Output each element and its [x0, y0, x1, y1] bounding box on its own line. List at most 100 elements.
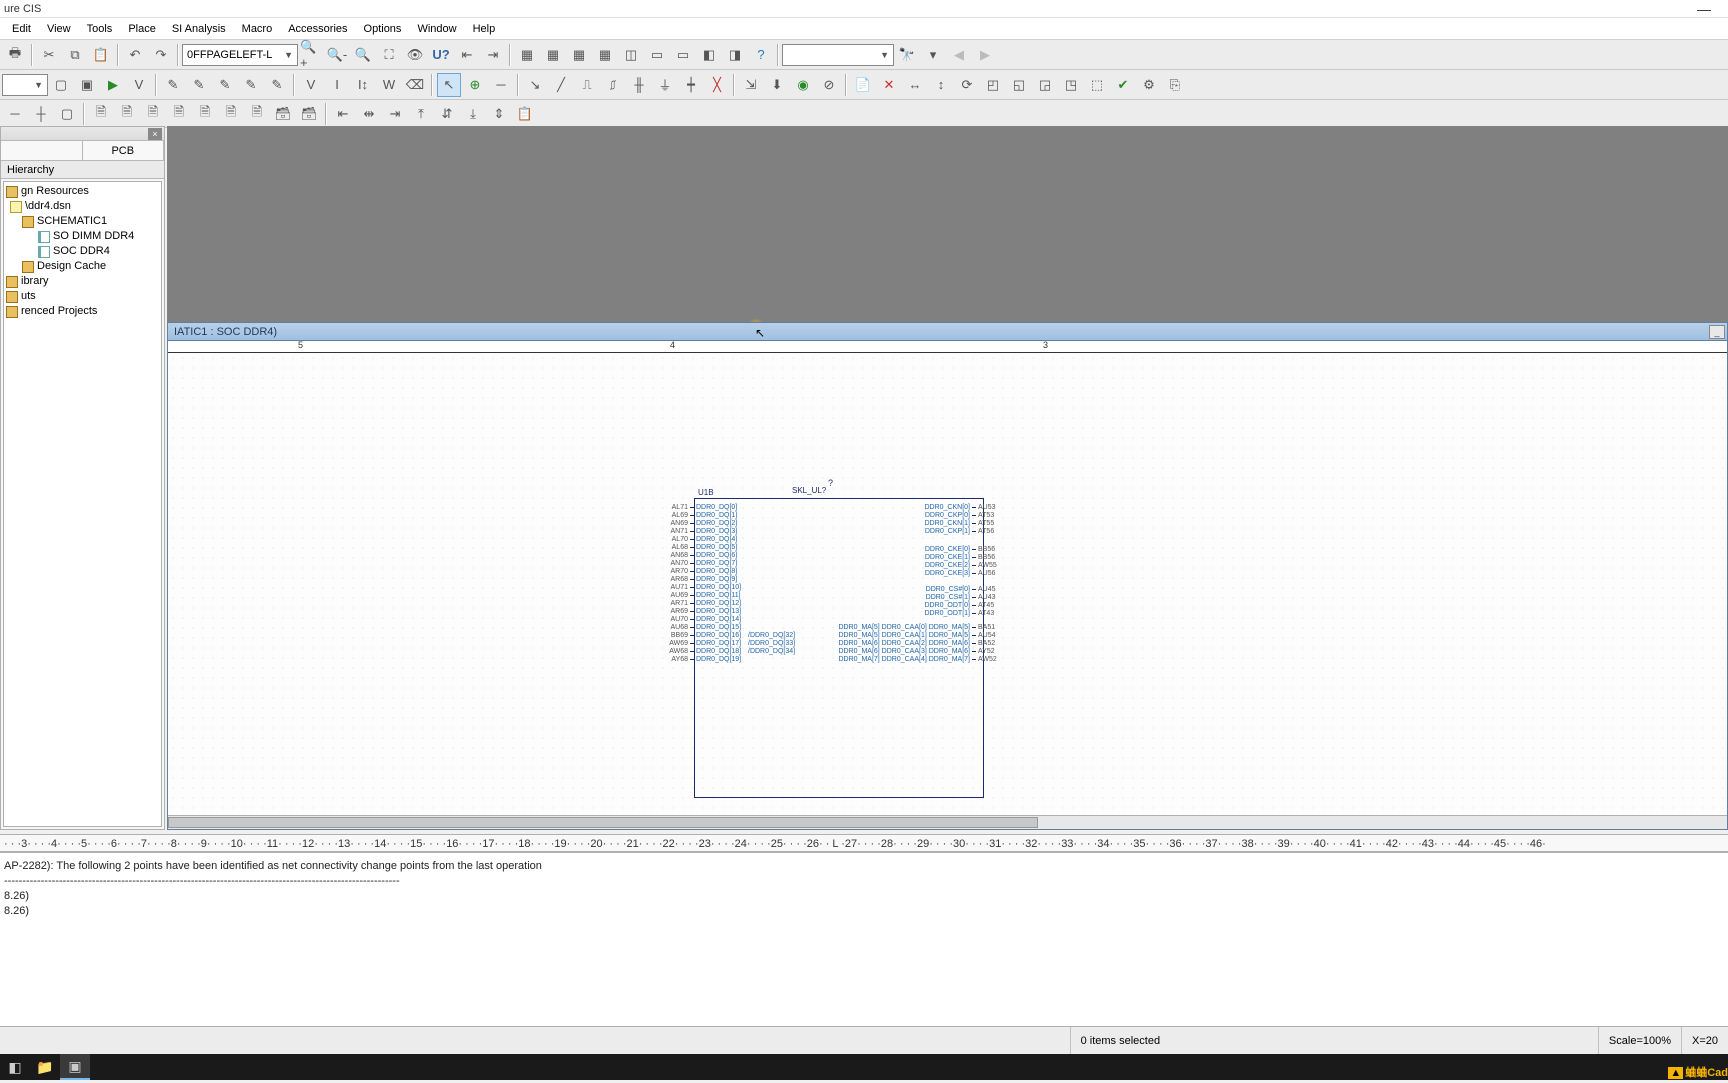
- probe-c-icon[interactable]: ✎: [213, 73, 237, 97]
- offpage-icon[interactable]: ⬇: [765, 73, 789, 97]
- bus-entry-icon[interactable]: ╫: [627, 73, 651, 97]
- paste-icon[interactable]: 📋: [89, 43, 113, 67]
- bus-icon[interactable]: ⎍: [575, 73, 599, 97]
- delete-icon[interactable]: ✕: [877, 73, 901, 97]
- pin-left[interactable]: AR68DDR0_DQ[9]: [658, 576, 737, 583]
- pin-left[interactable]: AR69DDR0_DQ[13]: [658, 608, 741, 615]
- pin-left[interactable]: BB69DDR0_DQ[16]: [658, 632, 741, 639]
- tree-node[interactable]: Design Cache: [4, 259, 161, 274]
- eye-icon[interactable]: 👁: [403, 43, 427, 67]
- prev-icon[interactable]: ◀: [947, 43, 971, 67]
- pin-right[interactable]: DDR0_MA[6] DDR0_CAA[3] DDR0_MA[6]AY52: [808, 648, 1008, 655]
- pin-right[interactable]: DDR0_MA[7] DDR0_CAA[4] DDR0_MA[7]AW52: [808, 656, 1008, 663]
- grid-d-icon[interactable]: ▦: [593, 43, 617, 67]
- binoculars-icon[interactable]: 🔭: [895, 43, 919, 67]
- grid-a-icon[interactable]: ▦: [515, 43, 539, 67]
- place-part-icon[interactable]: ⊕: [463, 73, 487, 97]
- zoom-fit-icon[interactable]: ⛶: [377, 43, 401, 67]
- pin-left[interactable]: AR71DDR0_DQ[12]: [658, 600, 741, 607]
- pin-left[interactable]: AN68DDR0_DQ[6]: [658, 552, 737, 559]
- menu-edit[interactable]: Edit: [4, 21, 39, 37]
- gear-icon[interactable]: ⚙: [1137, 73, 1161, 97]
- pin-left[interactable]: AR70DDR0_DQ[8]: [658, 568, 737, 575]
- pin-right[interactable]: DDR0_CS#[1]AU43: [808, 594, 1008, 601]
- text-icon[interactable]: 📄: [851, 73, 875, 97]
- pin-left[interactable]: AN71DDR0_DQ[3]: [658, 528, 737, 535]
- annotate-back-icon[interactable]: ⇤: [455, 43, 479, 67]
- undo-icon[interactable]: ↶: [123, 43, 147, 67]
- panel-close-button[interactable]: ×: [148, 128, 162, 140]
- menu-place[interactable]: Place: [120, 21, 164, 37]
- tree-node[interactable]: renced Projects: [4, 304, 161, 319]
- v-icon[interactable]: V: [299, 73, 323, 97]
- pin-left[interactable]: AL68DDR0_DQ[5]: [658, 544, 737, 551]
- sel-d-icon[interactable]: ◳: [1059, 73, 1083, 97]
- pin-left[interactable]: AL70DDR0_DQ[4]: [658, 536, 737, 543]
- mode-combo[interactable]: ▼: [2, 74, 48, 96]
- probe-d-icon[interactable]: ✎: [239, 73, 263, 97]
- menu-help[interactable]: Help: [465, 21, 504, 37]
- schematic-canvas[interactable]: U1B SKL_UL? ? AL71DDR0_DQ[0]AL69DDR0_DQ[…: [168, 353, 1727, 815]
- menu-window[interactable]: Window: [409, 21, 464, 37]
- pin-left[interactable]: AL69DDR0_DQ[1]: [658, 512, 737, 519]
- minimize-button[interactable]: —: [1684, 1, 1724, 17]
- run-icon[interactable]: ▶: [101, 73, 125, 97]
- dropdown-icon[interactable]: ▾: [921, 43, 945, 67]
- mirror-h-icon[interactable]: ↔: [903, 73, 927, 97]
- no-connect-icon[interactable]: ╳: [705, 73, 729, 97]
- pin-right[interactable]: DDR0_CKP[1]AT56: [808, 528, 1008, 535]
- component-u1b[interactable]: U1B SKL_UL? ? AL71DDR0_DQ[0]AL69DDR0_DQ[…: [668, 488, 998, 678]
- help-icon[interactable]: ?: [749, 43, 773, 67]
- rotate-icon[interactable]: ⟳: [955, 73, 979, 97]
- zoom-area-icon[interactable]: 🔍: [351, 43, 375, 67]
- probe-a-icon[interactable]: ✎: [161, 73, 185, 97]
- pin-left[interactable]: AU71DDR0_DQ[10]: [658, 584, 741, 591]
- grid-b-icon[interactable]: ▦: [541, 43, 565, 67]
- junction-icon[interactable]: ⎎: [601, 73, 625, 97]
- menu-si[interactable]: SI Analysis: [164, 21, 234, 37]
- pin-right[interactable]: DDR0_CKE[0]BB56: [808, 546, 1008, 553]
- ground-icon[interactable]: ┿: [679, 73, 703, 97]
- pin-left[interactable]: AW68DDR0_DQ[18]: [658, 648, 741, 655]
- zoom-in-icon[interactable]: 🔍+: [299, 43, 323, 67]
- pin-left[interactable]: AW69DDR0_DQ[17]: [658, 640, 741, 647]
- copy-icon[interactable]: ⧉: [63, 43, 87, 67]
- tree-node[interactable]: ibrary: [4, 274, 161, 289]
- tree-node[interactable]: SOC DDR4: [4, 244, 161, 259]
- pin-right[interactable]: DDR0_MA[5] DDR0_CAA[1] DDR0_MA[5]AU54: [808, 632, 1008, 639]
- edit-part-icon[interactable]: ▣: [75, 73, 99, 97]
- sel-e-icon[interactable]: ⬚: [1085, 73, 1109, 97]
- pin-right[interactable]: DDR0_CKE[3]AU56: [808, 570, 1008, 577]
- project-tree[interactable]: gn Resources\ddr4.dsnSCHEMATIC1SO DIMM D…: [3, 181, 162, 827]
- tree-node[interactable]: SCHEMATIC1: [4, 214, 161, 229]
- pin-right[interactable]: DDR0_CKN[1]AT55: [808, 520, 1008, 527]
- scrollbar-thumb[interactable]: [168, 817, 1038, 828]
- hier-port-icon[interactable]: ⇲: [739, 73, 763, 97]
- net-alias-icon[interactable]: ╱: [549, 73, 573, 97]
- menu-tools[interactable]: Tools: [79, 21, 121, 37]
- u-turn-icon[interactable]: U?: [429, 43, 453, 67]
- doc-minimize-button[interactable]: _: [1709, 325, 1725, 339]
- taskbar-app[interactable]: ▣: [60, 1054, 90, 1080]
- power-icon[interactable]: ⏚: [653, 73, 677, 97]
- search-combo[interactable]: ▼: [782, 44, 894, 66]
- tree-node[interactable]: SO DIMM DDR4: [4, 229, 161, 244]
- pin-right[interactable]: DDR0_CKE[1]BB56: [808, 554, 1008, 561]
- panel-subheader[interactable]: Hierarchy: [1, 161, 164, 179]
- tree-node[interactable]: \ddr4.dsn: [4, 199, 161, 214]
- zoom-out-icon[interactable]: 🔍-: [325, 43, 349, 67]
- check-icon[interactable]: ✔: [1111, 73, 1135, 97]
- tree-node[interactable]: uts: [4, 289, 161, 304]
- probe-e-icon[interactable]: ✎: [265, 73, 289, 97]
- pin-right[interactable]: DDR0_CKP[0]AT53: [808, 512, 1008, 519]
- pin-left[interactable]: AN69DDR0_DQ[2]: [658, 520, 737, 527]
- pin-right[interactable]: DDR0_CKE[2]AW55: [808, 562, 1008, 569]
- pin-right[interactable]: DDR0_MA[6] DDR0_CAA[2] DDR0_MA[6]BA52: [808, 640, 1008, 647]
- place-pin-icon[interactable]: ◉: [791, 73, 815, 97]
- grid-c-icon[interactable]: ▦: [567, 43, 591, 67]
- place-wire-icon[interactable]: ─: [489, 73, 513, 97]
- pin-left[interactable]: AY68DDR0_DQ[19]: [658, 656, 741, 663]
- sel-b-icon[interactable]: ◱: [1007, 73, 1031, 97]
- annotate-fwd-icon[interactable]: ⇥: [481, 43, 505, 67]
- pin-right[interactable]: DDR0_ODT[1]AT43: [808, 610, 1008, 617]
